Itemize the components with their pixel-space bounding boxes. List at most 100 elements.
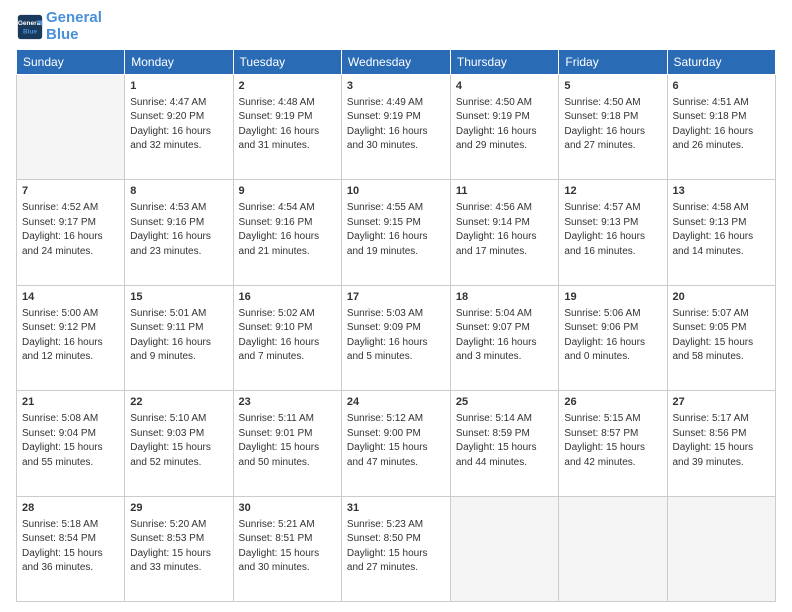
day-info: Sunrise: 4:47 AMSunset: 9:20 PMDaylight:… bbox=[130, 96, 227, 154]
week-row-5: 28Sunrise: 5:18 AMSunset: 8:54 PMDayligh… bbox=[17, 496, 776, 601]
weekday-header-saturday: Saturday bbox=[667, 50, 776, 75]
day-info: Sunrise: 4:53 AMSunset: 9:16 PMDaylight:… bbox=[130, 201, 227, 259]
calendar-cell: 15Sunrise: 5:01 AMSunset: 9:11 PMDayligh… bbox=[125, 285, 233, 390]
calendar-cell: 18Sunrise: 5:04 AMSunset: 9:07 PMDayligh… bbox=[450, 285, 559, 390]
calendar-cell: 21Sunrise: 5:08 AMSunset: 9:04 PMDayligh… bbox=[17, 391, 125, 496]
calendar-cell: 10Sunrise: 4:55 AMSunset: 9:15 PMDayligh… bbox=[341, 180, 450, 285]
day-info: Sunrise: 5:00 AMSunset: 9:12 PMDaylight:… bbox=[22, 307, 119, 365]
calendar-cell: 2Sunrise: 4:48 AMSunset: 9:19 PMDaylight… bbox=[233, 75, 341, 180]
day-number: 3 bbox=[347, 79, 445, 95]
day-number: 13 bbox=[673, 184, 771, 200]
page: General Blue GeneralBlue SundayMondayTue… bbox=[0, 0, 792, 612]
day-number: 29 bbox=[130, 501, 227, 517]
day-number: 28 bbox=[22, 501, 119, 517]
day-number: 2 bbox=[239, 79, 336, 95]
day-number: 14 bbox=[22, 290, 119, 306]
calendar-cell: 6Sunrise: 4:51 AMSunset: 9:18 PMDaylight… bbox=[667, 75, 776, 180]
weekday-header-friday: Friday bbox=[559, 50, 667, 75]
day-number: 31 bbox=[347, 501, 445, 517]
day-info: Sunrise: 5:12 AMSunset: 9:00 PMDaylight:… bbox=[347, 412, 445, 470]
day-info: Sunrise: 4:49 AMSunset: 9:19 PMDaylight:… bbox=[347, 96, 445, 154]
day-number: 27 bbox=[673, 395, 771, 411]
day-number: 10 bbox=[347, 184, 445, 200]
day-number: 15 bbox=[130, 290, 227, 306]
calendar-cell: 31Sunrise: 5:23 AMSunset: 8:50 PMDayligh… bbox=[341, 496, 450, 601]
weekday-header-wednesday: Wednesday bbox=[341, 50, 450, 75]
day-info: Sunrise: 5:17 AMSunset: 8:56 PMDaylight:… bbox=[673, 412, 771, 470]
header: General Blue GeneralBlue bbox=[16, 10, 776, 43]
day-number: 1 bbox=[130, 79, 227, 95]
calendar-cell: 28Sunrise: 5:18 AMSunset: 8:54 PMDayligh… bbox=[17, 496, 125, 601]
day-info: Sunrise: 5:11 AMSunset: 9:01 PMDaylight:… bbox=[239, 412, 336, 470]
day-info: Sunrise: 5:01 AMSunset: 9:11 PMDaylight:… bbox=[130, 307, 227, 365]
day-number: 8 bbox=[130, 184, 227, 200]
calendar-cell: 11Sunrise: 4:56 AMSunset: 9:14 PMDayligh… bbox=[450, 180, 559, 285]
calendar-cell: 23Sunrise: 5:11 AMSunset: 9:01 PMDayligh… bbox=[233, 391, 341, 496]
day-number: 4 bbox=[456, 79, 554, 95]
calendar-cell: 27Sunrise: 5:17 AMSunset: 8:56 PMDayligh… bbox=[667, 391, 776, 496]
weekday-header-tuesday: Tuesday bbox=[233, 50, 341, 75]
calendar-cell: 5Sunrise: 4:50 AMSunset: 9:18 PMDaylight… bbox=[559, 75, 667, 180]
day-info: Sunrise: 4:50 AMSunset: 9:18 PMDaylight:… bbox=[564, 96, 661, 154]
day-info: Sunrise: 5:07 AMSunset: 9:05 PMDaylight:… bbox=[673, 307, 771, 365]
weekday-header-thursday: Thursday bbox=[450, 50, 559, 75]
logo: General Blue GeneralBlue bbox=[16, 10, 102, 43]
day-info: Sunrise: 4:57 AMSunset: 9:13 PMDaylight:… bbox=[564, 201, 661, 259]
calendar-cell: 22Sunrise: 5:10 AMSunset: 9:03 PMDayligh… bbox=[125, 391, 233, 496]
day-info: Sunrise: 4:52 AMSunset: 9:17 PMDaylight:… bbox=[22, 201, 119, 259]
calendar-cell: 17Sunrise: 5:03 AMSunset: 9:09 PMDayligh… bbox=[341, 285, 450, 390]
day-info: Sunrise: 4:51 AMSunset: 9:18 PMDaylight:… bbox=[673, 96, 771, 154]
calendar-cell: 9Sunrise: 4:54 AMSunset: 9:16 PMDaylight… bbox=[233, 180, 341, 285]
week-row-3: 14Sunrise: 5:00 AMSunset: 9:12 PMDayligh… bbox=[17, 285, 776, 390]
day-info: Sunrise: 5:02 AMSunset: 9:10 PMDaylight:… bbox=[239, 307, 336, 365]
day-number: 24 bbox=[347, 395, 445, 411]
day-number: 20 bbox=[673, 290, 771, 306]
day-number: 12 bbox=[564, 184, 661, 200]
day-info: Sunrise: 5:03 AMSunset: 9:09 PMDaylight:… bbox=[347, 307, 445, 365]
day-info: Sunrise: 5:10 AMSunset: 9:03 PMDaylight:… bbox=[130, 412, 227, 470]
calendar-cell: 12Sunrise: 4:57 AMSunset: 9:13 PMDayligh… bbox=[559, 180, 667, 285]
weekday-header-monday: Monday bbox=[125, 50, 233, 75]
calendar-cell bbox=[17, 75, 125, 180]
day-info: Sunrise: 5:18 AMSunset: 8:54 PMDaylight:… bbox=[22, 518, 119, 576]
weekday-header-row: SundayMondayTuesdayWednesdayThursdayFrid… bbox=[17, 50, 776, 75]
day-info: Sunrise: 5:08 AMSunset: 9:04 PMDaylight:… bbox=[22, 412, 119, 470]
calendar-cell: 13Sunrise: 4:58 AMSunset: 9:13 PMDayligh… bbox=[667, 180, 776, 285]
calendar-cell: 14Sunrise: 5:00 AMSunset: 9:12 PMDayligh… bbox=[17, 285, 125, 390]
day-number: 30 bbox=[239, 501, 336, 517]
logo-icon: General Blue bbox=[16, 13, 44, 41]
day-info: Sunrise: 5:20 AMSunset: 8:53 PMDaylight:… bbox=[130, 518, 227, 576]
day-number: 18 bbox=[456, 290, 554, 306]
calendar-cell: 3Sunrise: 4:49 AMSunset: 9:19 PMDaylight… bbox=[341, 75, 450, 180]
day-info: Sunrise: 5:15 AMSunset: 8:57 PMDaylight:… bbox=[564, 412, 661, 470]
day-number: 21 bbox=[22, 395, 119, 411]
week-row-1: 1Sunrise: 4:47 AMSunset: 9:20 PMDaylight… bbox=[17, 75, 776, 180]
day-number: 5 bbox=[564, 79, 661, 95]
calendar-cell bbox=[450, 496, 559, 601]
day-info: Sunrise: 5:21 AMSunset: 8:51 PMDaylight:… bbox=[239, 518, 336, 576]
calendar-cell: 29Sunrise: 5:20 AMSunset: 8:53 PMDayligh… bbox=[125, 496, 233, 601]
calendar-table: SundayMondayTuesdayWednesdayThursdayFrid… bbox=[16, 49, 776, 602]
day-number: 11 bbox=[456, 184, 554, 200]
day-info: Sunrise: 4:48 AMSunset: 9:19 PMDaylight:… bbox=[239, 96, 336, 154]
day-info: Sunrise: 4:56 AMSunset: 9:14 PMDaylight:… bbox=[456, 201, 554, 259]
calendar-cell: 24Sunrise: 5:12 AMSunset: 9:00 PMDayligh… bbox=[341, 391, 450, 496]
day-number: 19 bbox=[564, 290, 661, 306]
day-info: Sunrise: 4:58 AMSunset: 9:13 PMDaylight:… bbox=[673, 201, 771, 259]
day-number: 22 bbox=[130, 395, 227, 411]
day-number: 16 bbox=[239, 290, 336, 306]
calendar-cell: 30Sunrise: 5:21 AMSunset: 8:51 PMDayligh… bbox=[233, 496, 341, 601]
day-number: 23 bbox=[239, 395, 336, 411]
calendar-cell: 16Sunrise: 5:02 AMSunset: 9:10 PMDayligh… bbox=[233, 285, 341, 390]
calendar-cell bbox=[667, 496, 776, 601]
day-number: 6 bbox=[673, 79, 771, 95]
calendar-cell: 26Sunrise: 5:15 AMSunset: 8:57 PMDayligh… bbox=[559, 391, 667, 496]
week-row-2: 7Sunrise: 4:52 AMSunset: 9:17 PMDaylight… bbox=[17, 180, 776, 285]
day-info: Sunrise: 4:54 AMSunset: 9:16 PMDaylight:… bbox=[239, 201, 336, 259]
logo-text: GeneralBlue bbox=[46, 10, 102, 43]
calendar-cell: 7Sunrise: 4:52 AMSunset: 9:17 PMDaylight… bbox=[17, 180, 125, 285]
week-row-4: 21Sunrise: 5:08 AMSunset: 9:04 PMDayligh… bbox=[17, 391, 776, 496]
day-info: Sunrise: 5:23 AMSunset: 8:50 PMDaylight:… bbox=[347, 518, 445, 576]
weekday-header-sunday: Sunday bbox=[17, 50, 125, 75]
calendar-cell: 25Sunrise: 5:14 AMSunset: 8:59 PMDayligh… bbox=[450, 391, 559, 496]
